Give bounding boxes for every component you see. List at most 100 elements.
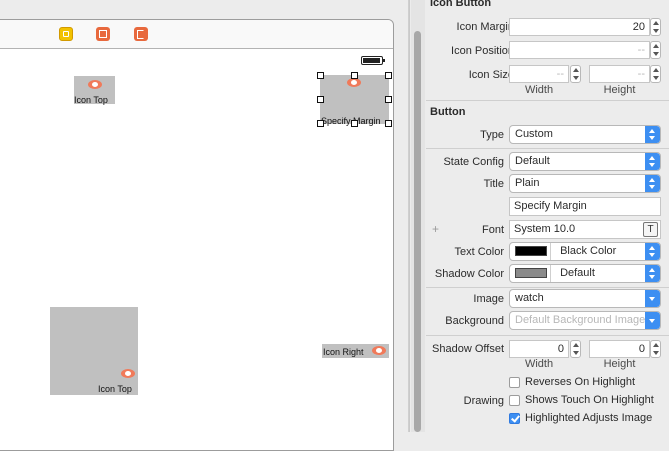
shadow-offset-height-caption: Height <box>603 358 636 370</box>
resize-handle-top-left[interactable] <box>317 72 324 79</box>
resize-handle-right[interactable] <box>385 96 392 103</box>
popup-arrows-icon <box>645 243 660 260</box>
battery-icon <box>361 56 385 65</box>
eye-icon <box>347 78 361 87</box>
section-divider <box>426 148 669 149</box>
icon-size-height-stepper[interactable] <box>650 65 661 83</box>
state-config-label: State Config <box>443 156 504 168</box>
icon-size-label: Icon Size <box>468 69 514 81</box>
button-label: Icon Top <box>98 384 132 394</box>
scrollbar-thumb[interactable] <box>414 31 421 432</box>
icon-margin-label: Icon Margin <box>456 21 514 33</box>
text-color-popup[interactable]: Black Color <box>509 242 661 261</box>
icon-size-height-caption: Height <box>603 84 636 96</box>
chevron-down-icon[interactable] <box>645 312 660 329</box>
type-popup[interactable]: Custom <box>509 125 661 144</box>
popup-arrows-icon <box>645 175 660 192</box>
eye-icon <box>121 369 135 378</box>
font-picker-icon[interactable]: T <box>643 222 658 237</box>
highlighted-adjusts-image-label[interactable]: Highlighted Adjusts Image <box>525 412 652 424</box>
popup-arrows-icon <box>645 126 660 143</box>
popup-arrows-icon <box>645 265 660 282</box>
text-color-value: Black Color <box>560 245 617 257</box>
section-divider <box>426 287 669 288</box>
icon-button-section-title: Icon Button <box>430 0 492 9</box>
exit-icon[interactable] <box>134 27 148 41</box>
view-controller-icon[interactable] <box>59 27 73 41</box>
first-responder-icon[interactable] <box>96 27 110 41</box>
icon-top-button-large[interactable]: Icon Top <box>50 307 138 395</box>
background-placeholder: Default Background Image <box>515 314 646 326</box>
shows-touch-on-highlight-label[interactable]: Shows Touch On Highlight <box>525 394 654 406</box>
swatch-separator <box>550 243 551 260</box>
icon-top-button-small[interactable]: Icon Top <box>74 76 115 105</box>
eye-icon <box>88 80 102 89</box>
reverses-on-highlight-label[interactable]: Reverses On Highlight <box>525 376 635 388</box>
icon-right-button[interactable]: Icon Right <box>322 344 389 358</box>
section-divider <box>426 335 669 336</box>
icon-size-width-stepper[interactable] <box>570 65 581 83</box>
shadow-offset-height-stepper[interactable] <box>650 340 661 358</box>
resize-handle-bottom[interactable] <box>351 120 358 127</box>
button-section-title: Button <box>430 106 466 118</box>
state-config-value: Default <box>515 155 550 167</box>
highlighted-adjusts-image-checkbox[interactable] <box>509 413 520 424</box>
resize-handle-bottom-left[interactable] <box>317 120 324 127</box>
background-label: Background <box>445 315 504 327</box>
eye-icon <box>372 346 386 355</box>
resize-handle-top-right[interactable] <box>385 72 392 79</box>
image-combo[interactable]: watch <box>509 289 661 308</box>
attributes-inspector: Icon Button Icon Margin 20 Icon Position… <box>409 0 669 432</box>
font-label: Font <box>481 224 504 236</box>
font-field[interactable]: System 10.0 T <box>509 220 661 239</box>
shadow-color-label: Shadow Color <box>434 268 504 280</box>
inspector-scrollbar[interactable] <box>411 0 425 432</box>
resize-handle-top[interactable] <box>351 72 358 79</box>
title-text-field[interactable]: Specify Margin <box>509 197 661 216</box>
shadow-offset-width-field[interactable]: 0 <box>509 340 569 358</box>
reverses-on-highlight-checkbox[interactable] <box>509 377 520 388</box>
shadow-color-value: Default <box>560 267 595 279</box>
icon-size-width-field[interactable]: -- <box>509 65 569 83</box>
type-value: Custom <box>515 128 553 140</box>
shadow-color-popup[interactable]: Default <box>509 264 661 283</box>
icon-margin-stepper[interactable] <box>650 18 661 36</box>
image-label: Image <box>473 293 504 305</box>
resize-handle-bottom-right[interactable] <box>385 120 392 127</box>
scene-dock <box>0 20 393 49</box>
title-type-popup[interactable]: Plain <box>509 174 661 193</box>
icon-position-field[interactable]: -- <box>509 41 650 59</box>
icon-position-stepper[interactable] <box>650 41 661 59</box>
text-color-label: Text Color <box>454 246 504 258</box>
resize-handle-left[interactable] <box>317 96 324 103</box>
popup-arrows-icon <box>645 153 660 170</box>
text-color-swatch <box>515 246 547 257</box>
specify-margin-button[interactable]: Specify Margin <box>317 72 392 127</box>
view-controller-scene[interactable]: Icon Top Specify Margin Icon Top Icon Ri… <box>0 19 394 451</box>
icon-size-height-field[interactable]: -- <box>589 65 650 83</box>
title-type-value: Plain <box>515 177 540 189</box>
drawing-label: Drawing <box>463 395 504 407</box>
shadow-offset-height-field[interactable]: 0 <box>589 340 650 358</box>
button-label: Icon Top <box>74 95 108 105</box>
shows-touch-on-highlight-checkbox[interactable] <box>509 395 520 406</box>
background-combo[interactable]: Default Background Image <box>509 311 661 330</box>
image-value: watch <box>515 292 544 304</box>
storyboard-canvas[interactable]: Icon Top Specify Margin Icon Top Icon Ri… <box>0 0 409 451</box>
title-label: Title <box>483 178 504 190</box>
type-label: Type <box>480 129 504 141</box>
shadow-offset-label: Shadow Offset <box>432 343 504 355</box>
state-config-popup[interactable]: Default <box>509 152 661 171</box>
swatch-separator <box>550 265 551 282</box>
icon-position-label: Icon Position <box>451 45 514 57</box>
icon-margin-field[interactable]: 20 <box>509 18 650 36</box>
shadow-offset-width-caption: Width <box>524 358 554 370</box>
shadow-offset-width-stepper[interactable] <box>570 340 581 358</box>
font-value: System 10.0 <box>514 223 576 235</box>
add-variation-button[interactable]: + <box>432 222 439 236</box>
section-divider <box>426 100 669 101</box>
chevron-down-icon[interactable] <box>645 290 660 307</box>
icon-size-width-caption: Width <box>524 84 554 96</box>
shadow-color-swatch <box>515 268 547 279</box>
button-label: Icon Right <box>323 347 364 357</box>
